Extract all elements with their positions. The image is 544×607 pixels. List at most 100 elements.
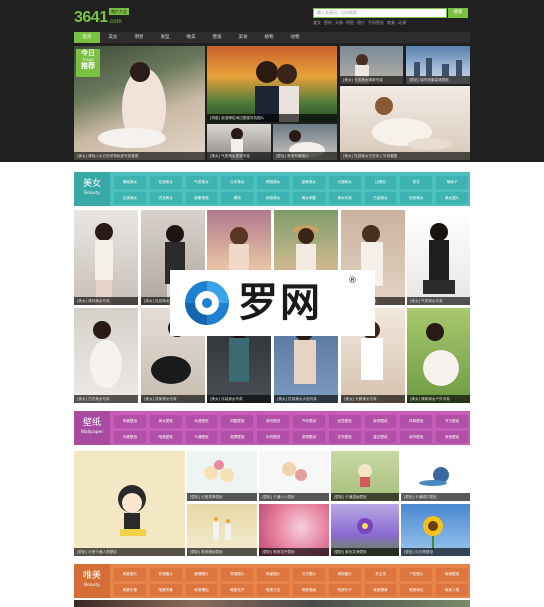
tag-link[interactable]: 网络美女 [257,191,289,204]
tag-link[interactable]: 唯美头像 [114,583,146,596]
tag-link[interactable]: 日本美女 [221,176,254,189]
tag-link[interactable]: 明星壁纸 [221,415,254,428]
featured-photo[interactable]: [美女] 气质美女居家写真 [207,124,271,160]
tag-link[interactable]: 唯美句子 [328,583,361,596]
hot-link[interactable]: 明星 [346,20,354,26]
search-input[interactable]: 输入关键词，回车搜索 [313,8,447,18]
tag-link[interactable]: 美女壁纸 [149,415,182,428]
tag-link[interactable]: 韩国美女 [257,176,289,189]
gallery-photo[interactable]: [美女] 气质美女写真 [407,210,470,305]
section-title[interactable]: 美女 Beauty [74,172,110,206]
tag-link[interactable]: 伤感图片 [149,568,182,581]
tag-link[interactable]: 花卉壁纸 [328,430,361,443]
hot-link[interactable]: 唯美 [387,20,395,26]
featured-photo[interactable]: [壁纸] 城市夜景高清壁纸 [406,46,470,84]
nav-item-beauty[interactable]: 美女 [100,32,126,43]
tag-link[interactable]: 唯美图片 [114,568,146,581]
gallery-photo[interactable]: [壁纸] 卡通蜗牛壁纸 [401,451,470,501]
nav-item-home[interactable]: 首页 [74,32,100,43]
hot-link[interactable]: 壁纸 [324,20,332,26]
tag-link[interactable]: 城市壁纸 [400,430,433,443]
gallery-photo[interactable]: [美女] 白衣美女写真 [74,308,138,403]
tag-link[interactable]: 比基尼 [364,176,397,189]
nav-item-wallpaper[interactable]: 壁纸 [204,32,230,43]
tag-link[interactable]: 影视壁纸 [364,415,397,428]
site-logo[interactable]: 3641 .com 图片大全 [74,6,129,26]
hot-link[interactable]: 头像 [335,20,343,26]
tag-link[interactable]: 汽车壁纸 [292,415,325,428]
tag-link[interactable]: 丝袜美女 [114,191,146,204]
tag-link[interactable]: 其他壁纸 [436,430,468,443]
gallery-photo[interactable]: [壁纸] 卡通插画壁纸 [331,451,399,501]
gallery-photo[interactable]: [壁纸] 唯美花卉壁纸 [259,504,329,556]
tag-link[interactable]: 手机壁纸 [257,430,289,443]
tag-link[interactable]: 创意壁纸 [328,415,361,428]
tag-link[interactable]: 美女明星 [292,191,325,204]
nav-item-animal[interactable]: 动物 [282,32,308,43]
gallery-photo[interactable]: [壁纸] 向日葵壁纸 [401,504,470,556]
gallery-photo[interactable]: [壁纸] 卡通小人壁纸 [259,451,329,501]
tag-link[interactable]: 宠物壁纸 [292,430,325,443]
tag-link[interactable]: 唯美雪景 [364,583,397,596]
tag-link[interactable]: 节日壁纸 [436,415,468,428]
tag-link[interactable]: 性感美女 [149,176,182,189]
tag-link[interactable]: 动漫壁纸 [185,415,218,428]
tag-link[interactable]: 清纯美女 [114,176,146,189]
tag-link[interactable]: 内衣美女 [149,191,182,204]
gallery-photo[interactable]: [壁纸] 紫色花海壁纸 [331,504,399,556]
tag-link[interactable]: 清新图片 [328,568,361,581]
gallery-photo[interactable]: [美女] 清新美女户外写真 [407,308,470,403]
gallery-photo[interactable]: [壁纸] 可爱卡通人物壁纸 [74,451,185,556]
tag-link[interactable]: 风景图片 [257,568,289,581]
tag-link[interactable]: 星空壁纸 [364,430,397,443]
tag-link[interactable]: 文字图片 [292,568,325,581]
nav-item-food[interactable]: 美食 [230,32,256,43]
hot-link[interactable]: 动漫 [398,20,406,26]
hot-link[interactable]: 图片 [357,20,365,26]
gallery-photo[interactable]: [壁纸] 唯美蜡烛壁纸 [187,504,257,556]
tag-link[interactable]: 宽屏壁纸 [221,430,254,443]
hot-link[interactable]: 美女 [313,20,321,26]
hot-link[interactable]: 手机壁纸 [368,20,384,26]
tag-link[interactable]: 气质美女 [185,176,218,189]
featured-photo[interactable]: [美女] 长发美女清新写真 [340,46,403,84]
tag-link[interactable]: 意境图片 [221,568,254,581]
tag-link[interactable]: 唯美天空 [257,583,289,596]
tag-link[interactable]: 美女写真 [328,191,361,204]
nav-item-aesthetic[interactable]: 唯美 [178,32,204,43]
section-title[interactable]: 唯美 Beauty [74,564,110,598]
tag-link[interactable]: 个性图片 [400,568,433,581]
tag-link[interactable]: 校花 [400,176,433,189]
tag-link[interactable]: 卡通壁纸 [185,430,218,443]
tag-link[interactable]: 制服诱惑 [185,191,218,204]
featured-photo[interactable]: [壁纸] 唯美风景图片 [273,124,337,160]
tag-link[interactable]: 游戏壁纸 [257,415,289,428]
tag-link[interactable]: 唯美风景 [149,583,182,596]
tag-link[interactable]: 古装美女 [364,191,397,204]
gallery-photo[interactable]: [美女] 清纯美女写真 [74,210,138,305]
tag-link[interactable]: 长腿美女 [328,176,361,189]
featured-photo[interactable]: [美女] 性感美女白衣床上写真套图 [340,86,470,160]
section-title[interactable]: 壁纸 Wallpaper [74,411,110,445]
tag-link[interactable]: 模特 [221,191,254,204]
search-button[interactable]: 搜索 [448,8,468,18]
tag-link[interactable]: 非主流 [364,568,397,581]
tag-link[interactable]: 唯美情侣 [185,583,218,596]
tag-link[interactable]: 街拍美女 [400,191,433,204]
tag-link[interactable]: 风景壁纸 [114,415,146,428]
nav-item-hairstyle[interactable]: 发型 [152,32,178,43]
tag-link[interactable]: 唯美壁纸 [436,568,468,581]
featured-photo[interactable]: [明星] 浪漫情侣海边甜蜜写真图片 [207,46,337,122]
nav-item-star[interactable]: 明星 [126,32,152,43]
gallery-photo[interactable]: [壁纸] 可爱表情壁纸 [187,451,257,501]
tag-link[interactable]: 可爱壁纸 [114,430,146,443]
tag-link[interactable]: 唯美壁纸 [149,430,182,443]
tag-link[interactable]: 唯美插画 [292,583,325,596]
tag-link[interactable]: 唯美人物 [436,583,468,596]
tag-link[interactable]: 萌妹子 [436,176,468,189]
tag-link[interactable]: 唯美花卉 [221,583,254,596]
nav-item-plant[interactable]: 植物 [256,32,282,43]
tag-link[interactable]: 欧美美女 [292,176,325,189]
tag-link[interactable]: 爱情图片 [185,568,218,581]
tag-link[interactable]: 美女图片 [436,191,468,204]
